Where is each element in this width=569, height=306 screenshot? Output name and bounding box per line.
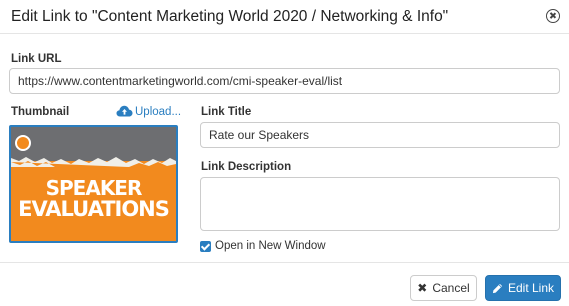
thumbnail-text-line-2: EVALUATIONS (18, 197, 170, 221)
dialog-header: Edit Link to "Content Marketing World 20… (0, 0, 569, 34)
open-new-window-label[interactable]: Open in New Window (215, 240, 326, 252)
close-circle-icon[interactable] (546, 9, 560, 23)
thumbnail-label: Thumbnail (11, 106, 70, 118)
edit-link-button[interactable]: Edit Link (485, 275, 561, 301)
cloud-upload-icon (116, 105, 133, 117)
link-url-label: Link URL (11, 53, 62, 65)
x-icon: ✖ (417, 281, 428, 295)
dialog-footer: ✖ Cancel Edit Link (0, 262, 569, 306)
dialog-title: Edit Link to "Content Marketing World 20… (11, 8, 449, 25)
edit-link-button-label: Edit Link (507, 281, 555, 295)
thumbnail-torn-edge (11, 157, 176, 167)
link-url-input[interactable] (9, 68, 560, 94)
link-title-label: Link Title (201, 106, 252, 118)
cancel-button-label: Cancel (432, 281, 470, 295)
upload-link[interactable]: Upload... (116, 105, 181, 118)
edit-link-dialog: Edit Link to "Content Marketing World 20… (0, 0, 569, 306)
link-description-textarea[interactable] (200, 177, 560, 231)
link-title-input[interactable] (200, 122, 560, 148)
thumbnail-image[interactable]: SPEAKER EVALUATIONS (9, 125, 178, 243)
cancel-button[interactable]: ✖ Cancel (410, 275, 477, 301)
pencil-icon (492, 283, 503, 293)
open-new-window-checkbox[interactable] (200, 241, 211, 252)
thumbnail-logo (15, 135, 31, 151)
upload-label: Upload... (135, 106, 182, 118)
link-description-label: Link Description (201, 161, 292, 173)
